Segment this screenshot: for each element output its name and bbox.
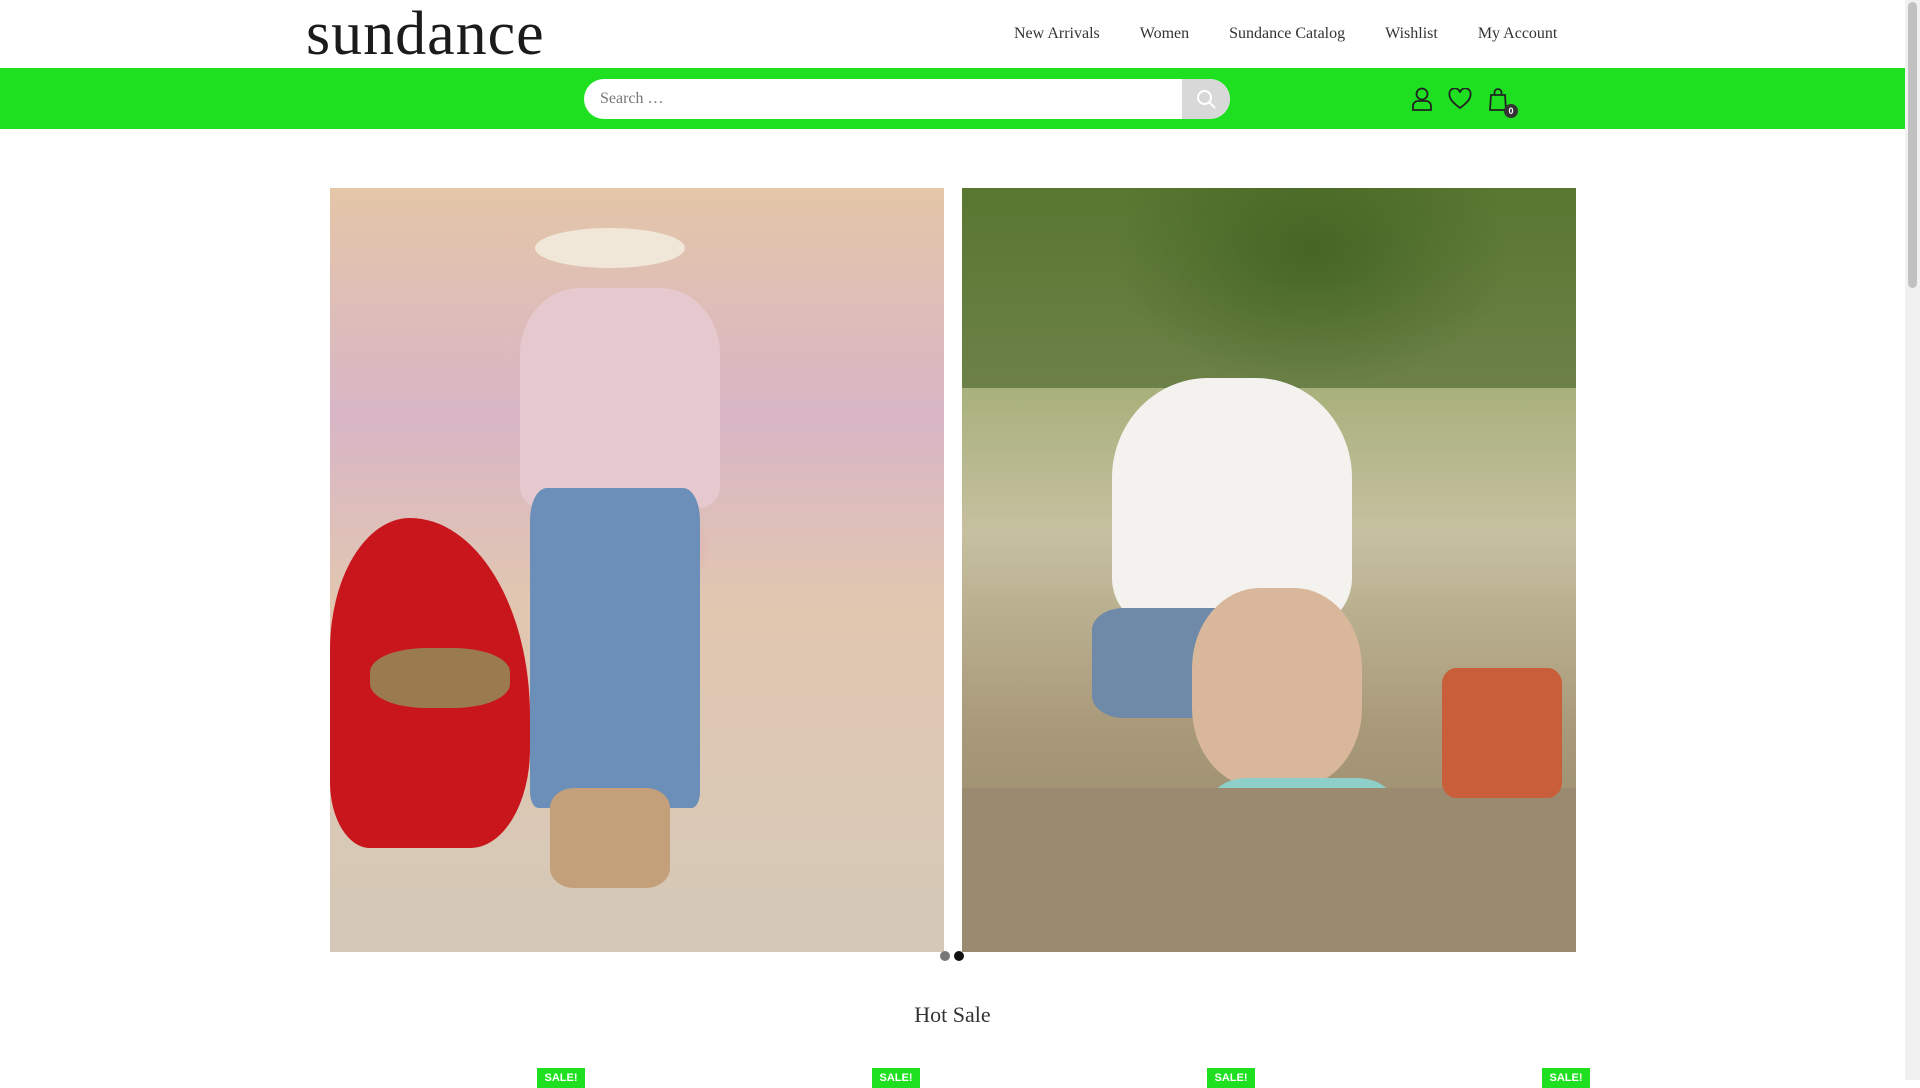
account-link[interactable]: [1410, 86, 1434, 112]
scrollbar-thumb[interactable]: [1908, 2, 1917, 288]
sale-badge: SALE!: [1207, 1068, 1255, 1088]
denim-skirt-shape: [530, 488, 700, 808]
scooter-seat-shape: [370, 648, 510, 708]
nav-my-account[interactable]: My Account: [1478, 25, 1558, 43]
nav-sundance-catalog[interactable]: Sundance Catalog: [1229, 25, 1345, 43]
main-nav: New Arrivals Women Sundance Catalog Wish…: [1014, 0, 1884, 68]
slider-dots: [940, 951, 964, 961]
nav-women[interactable]: Women: [1140, 25, 1189, 43]
hat-shape: [535, 228, 685, 268]
pillow-shape: [1442, 668, 1562, 798]
header-icons: 0: [1410, 84, 1518, 118]
boots-shape: [550, 788, 670, 888]
stone-bench-shape: [962, 788, 1576, 952]
white-blouse-shape: [1112, 378, 1352, 628]
search-button[interactable]: [1182, 79, 1230, 119]
heart-icon: [1448, 88, 1472, 110]
site-header: sundance New Arrivals Women Sundance Cat…: [0, 0, 1905, 69]
hot-sale-title: Hot Sale: [914, 1002, 991, 1027]
legs-shape: [1192, 588, 1362, 788]
search-icon: [1197, 90, 1216, 109]
nav-new-arrivals[interactable]: New Arrivals: [1014, 25, 1100, 43]
hero-image-left[interactable]: [330, 188, 944, 952]
nav-wishlist[interactable]: Wishlist: [1385, 25, 1438, 43]
user-icon: [1412, 87, 1432, 111]
sale-badge: SALE!: [872, 1068, 920, 1088]
sale-badge: SALE!: [537, 1068, 585, 1088]
hero-image-right[interactable]: [962, 188, 1576, 952]
search-form: [584, 79, 1230, 119]
page-scrollbar[interactable]: [1905, 0, 1920, 1080]
blouse-shape: [520, 288, 720, 508]
wishlist-link[interactable]: [1448, 86, 1472, 112]
slider-dot-2[interactable]: [954, 951, 964, 961]
sale-badge: SALE!: [1542, 1068, 1590, 1088]
site-logo[interactable]: sundance: [306, 3, 545, 65]
cart-count-badge: 0: [1504, 104, 1518, 118]
tree-foliage-shape: [962, 188, 1576, 388]
slider-dot-1[interactable]: [940, 951, 950, 961]
cart-link[interactable]: 0: [1486, 86, 1518, 118]
search-input[interactable]: [584, 79, 1182, 119]
